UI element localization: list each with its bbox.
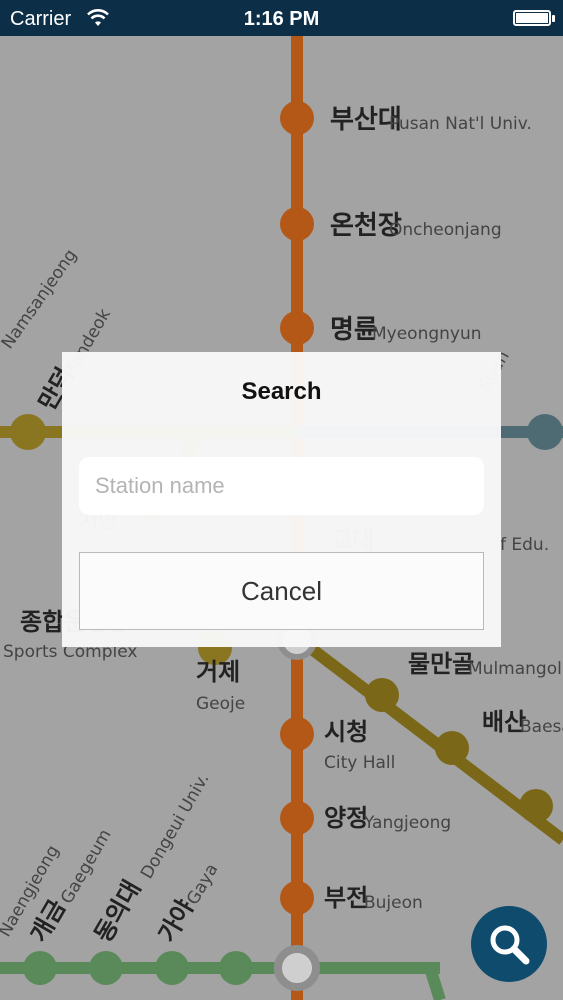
station-name-input[interactable] xyxy=(79,457,484,515)
station-dot xyxy=(519,789,553,823)
station-dot xyxy=(280,101,314,135)
station-label-en: City Hall xyxy=(324,753,395,773)
transfer-station xyxy=(274,945,320,991)
station-label-en: f Edu. xyxy=(500,535,549,555)
station-dot xyxy=(527,414,563,450)
station-dot xyxy=(280,207,314,241)
station-label-ko: 부전 xyxy=(324,884,368,912)
station-label-en: Oncheonjang xyxy=(389,220,502,240)
station-label-en: Myeongnyun xyxy=(372,324,482,344)
station-label-en: Pusan Nat'l Univ. xyxy=(389,114,532,134)
station-label-en: Geoje xyxy=(196,694,245,714)
station-dot xyxy=(155,951,189,985)
station-dot xyxy=(280,881,314,915)
station-label-en: Baesan xyxy=(520,717,563,737)
station-dot xyxy=(219,951,253,985)
station-label-en: Mulmangol xyxy=(468,659,562,679)
cancel-button[interactable]: Cancel xyxy=(79,552,484,630)
station-dot xyxy=(280,311,314,345)
station-label-ko: 시청 xyxy=(324,718,368,746)
battery-icon xyxy=(513,10,551,26)
dialog-title: Search xyxy=(241,378,322,405)
station-dot xyxy=(435,731,469,765)
station-dot xyxy=(10,414,46,450)
station-label-ko: 거제 xyxy=(196,658,240,686)
status-bar: Carrier 1:16 PM xyxy=(0,0,563,36)
station-dot xyxy=(23,951,57,985)
battery-tip xyxy=(552,15,555,22)
station-dot xyxy=(280,801,314,835)
station-dot xyxy=(89,951,123,985)
search-button[interactable] xyxy=(471,906,547,982)
station-dot xyxy=(365,678,399,712)
station-label-en: Yangjeong xyxy=(363,813,451,833)
search-icon xyxy=(490,925,530,965)
station-label-ko: 명륜 xyxy=(330,315,378,345)
station-label-ko: 물만골 xyxy=(408,650,474,678)
station-label-en: Bujeon xyxy=(364,893,423,913)
station-label-ko: 양정 xyxy=(324,804,368,832)
search-dialog: Search Cancel xyxy=(62,352,501,647)
station-dot xyxy=(280,717,314,751)
clock: 1:16 PM xyxy=(243,8,320,30)
